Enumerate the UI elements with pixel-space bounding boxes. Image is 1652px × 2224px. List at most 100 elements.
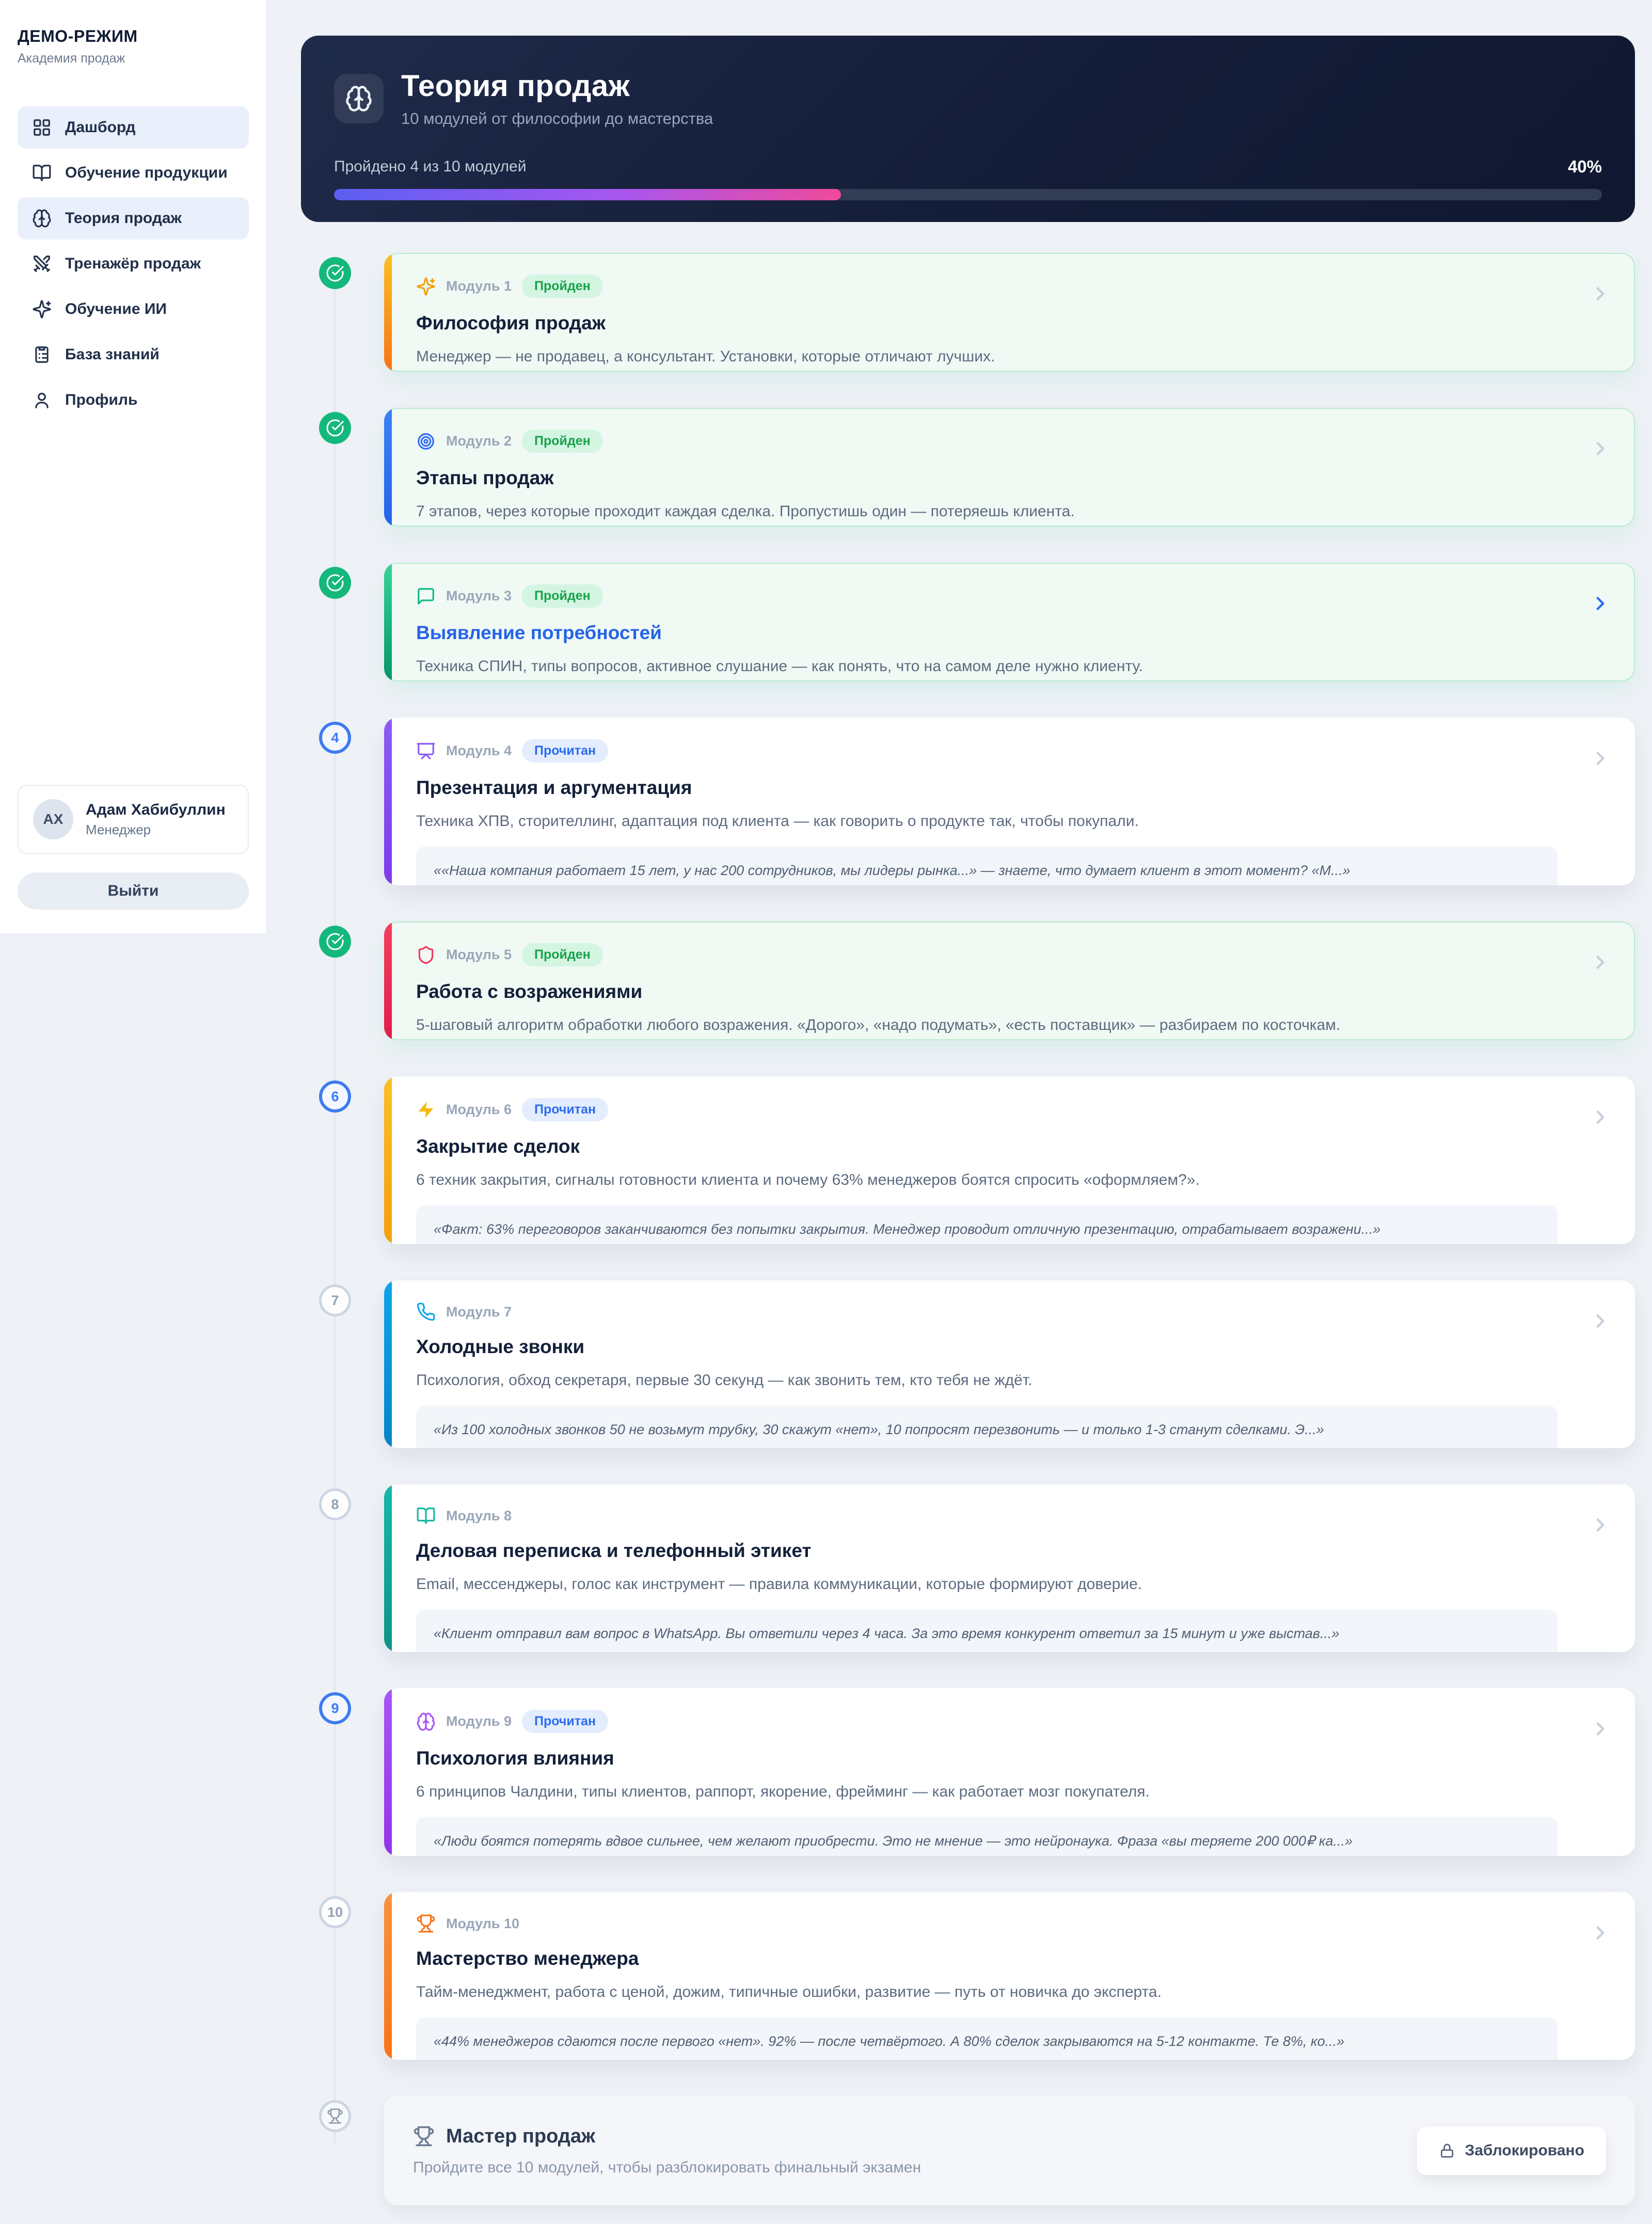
status-badge: Прочитан [522,1710,609,1733]
progress-percent: 40% [1567,157,1602,176]
status-badge: Прочитан [522,739,609,762]
locked-button-label: Заблокировано [1465,2142,1584,2159]
brain-icon [416,1712,436,1731]
module-number-label: Модуль 3 [446,588,512,603]
module-title: Психология влияния [416,1748,614,1769]
module-quote: «Клиент отправил вам вопрос в WhatsApp. … [416,1610,1558,1652]
brain-icon [334,73,384,123]
app-subtitle: Академия продаж [18,51,125,66]
chevron-right-icon [1590,1718,1611,1742]
module-card-7[interactable]: Модуль 7 Холодные звонки Психология, обх… [384,1280,1635,1448]
timeline-node-col: 9 [301,1688,384,1856]
status-badge: Пройден [522,275,603,298]
timeline-node-col [301,563,384,681]
timeline-node-col: 7 [301,1280,384,1448]
module-accent-bar [384,1688,392,1856]
module-number-label: Модуль 9 [446,1713,512,1729]
trophy-icon [416,1914,436,1933]
sidebar-item-0[interactable]: Дашборд [18,106,249,149]
timeline-number-node: 8 [319,1488,351,1520]
module-card-8[interactable]: Модуль 8 Деловая переписка и телефонный … [384,1484,1635,1652]
module-row: 6 Модуль 6 Прочитан Закрытие сделок 6 те… [301,1076,1635,1244]
module-card-10[interactable]: Модуль 10 Мастерство менеджера Тайм-мене… [384,1892,1635,2060]
sidebar-item-label: Дашборд [65,119,136,136]
module-quote: ««Наша компания работает 15 лет, у нас 2… [416,847,1558,885]
module-card-5[interactable]: Модуль 5 Пройден Работа с возражениями 5… [384,922,1635,1040]
module-title: Презентация и аргументация [416,777,692,798]
module-card-2[interactable]: Модуль 2 Пройден Этапы продаж 7 этапов, … [384,408,1635,527]
status-badge: Пройден [522,584,603,608]
module-row: Модуль 5 Пройден Работа с возражениями 5… [301,922,1635,1040]
module-card-9[interactable]: Модуль 9 Прочитан Психология влияния 6 п… [384,1688,1635,1856]
sidebar-item-label: Профиль [65,391,138,408]
user-name: Адам Хабибуллин [86,801,226,818]
module-quote: «Факт: 63% переговоров заканчиваются без… [416,1205,1558,1244]
module-card-1[interactable]: Модуль 1 Пройден Философия продаж Менедж… [384,253,1635,372]
module-accent-bar [384,1280,392,1448]
module-description: Техника СПИН, типы вопросов, активное сл… [416,658,1143,675]
timeline-number-node: 4 [319,722,351,754]
module-description: 6 принципов Чалдини, типы клиентов, рапп… [416,1783,1150,1800]
module-description: 7 этапов, через которые проходит каждая … [416,503,1075,520]
sparkles-icon [416,277,436,296]
user-card[interactable]: АХ Адам Хабибуллин Менеджер [18,785,249,854]
module-number-label: Модуль 8 [446,1507,512,1523]
final-description: Пройдите все 10 модулей, чтобы разблокир… [413,2158,922,2176]
chevron-right-icon [1590,1310,1611,1335]
module-card-3[interactable]: Модуль 3 Пройден Выявление потребностей … [384,563,1635,681]
module-title: Этапы продаж [416,467,554,488]
chevron-right-icon [1590,438,1611,462]
final-exam-card: Мастер продаж Пройдите все 10 модулей, ч… [384,2096,1635,2205]
logout-button[interactable]: Выйти [18,872,249,910]
sidebar-item-4[interactable]: Обучение ИИ [18,288,249,330]
sidebar-item-6[interactable]: Профиль [18,379,249,421]
chevron-right-icon [1590,748,1611,772]
course-header-card: Теория продаж 10 модулей от философии до… [301,36,1635,222]
module-accent-bar [384,563,392,681]
locked-button[interactable]: Заблокировано [1417,2126,1606,2175]
module-row: 8 Модуль 8 Деловая переписка и телефонны… [301,1484,1635,1652]
avatar: АХ [33,799,73,839]
sidebar-item-label: Обучение ИИ [65,300,167,317]
sidebar: ДЕМО-РЕЖИМ Академия продаж Дашборд Обуче… [0,0,266,933]
timeline-check-node [319,412,351,444]
chevron-right-icon [1590,951,1611,976]
chevron-right-icon [1590,1922,1611,1946]
module-title: Закрытие сделок [416,1136,580,1157]
sidebar-item-2[interactable]: Теория продаж [18,197,249,240]
user-icon [32,390,52,410]
sidebar-item-5[interactable]: База знаний [18,333,249,376]
shield-icon [416,945,436,965]
module-row: Модуль 3 Пройден Выявление потребностей … [301,563,1635,681]
presentation-icon [416,741,436,761]
chevron-right-icon [1590,1106,1611,1131]
module-title: Холодные звонки [416,1336,585,1357]
module-number-label: Модуль 4 [446,743,512,758]
phone-icon [416,1302,436,1322]
module-row: 7 Модуль 7 Холодные звонки Психология, о… [301,1280,1635,1448]
sidebar-item-1[interactable]: Обучение продукции [18,152,249,194]
module-description: Тайм-менеджмент, работа с ценой, дожим, … [416,1983,1162,2000]
sparkles-icon [32,299,52,319]
timeline-number-node: 10 [319,1896,351,1928]
module-accent-bar [384,408,392,527]
timeline-node-col: 10 [301,1892,384,2060]
status-badge: Пройден [522,943,603,966]
module-row: Модуль 1 Пройден Философия продаж Менедж… [301,253,1635,372]
sidebar-item-label: База знаний [65,346,160,363]
timeline-node-col [301,2096,384,2205]
timeline-number-node: 9 [319,1692,351,1724]
module-quote: «Из 100 холодных звонков 50 не возьмут т… [416,1406,1558,1448]
lock-icon [1439,2142,1455,2159]
bolt-icon [416,1100,436,1120]
timeline-node-col [301,922,384,1040]
module-quote: «44% менеджеров сдаются после первого «н… [416,2018,1558,2060]
sidebar-item-3[interactable]: Тренажёр продаж [18,243,249,285]
module-card-6[interactable]: Модуль 6 Прочитан Закрытие сделок 6 техн… [384,1076,1635,1244]
module-accent-bar [384,718,392,885]
timeline-node-col [301,408,384,527]
module-card-4[interactable]: Модуль 4 Прочитан Презентация и аргумент… [384,718,1635,885]
status-badge: Прочитан [522,1098,609,1121]
module-description: 6 техник закрытия, сигналы готовности кл… [416,1171,1200,1188]
module-title: Мастерство менеджера [416,1948,639,1969]
